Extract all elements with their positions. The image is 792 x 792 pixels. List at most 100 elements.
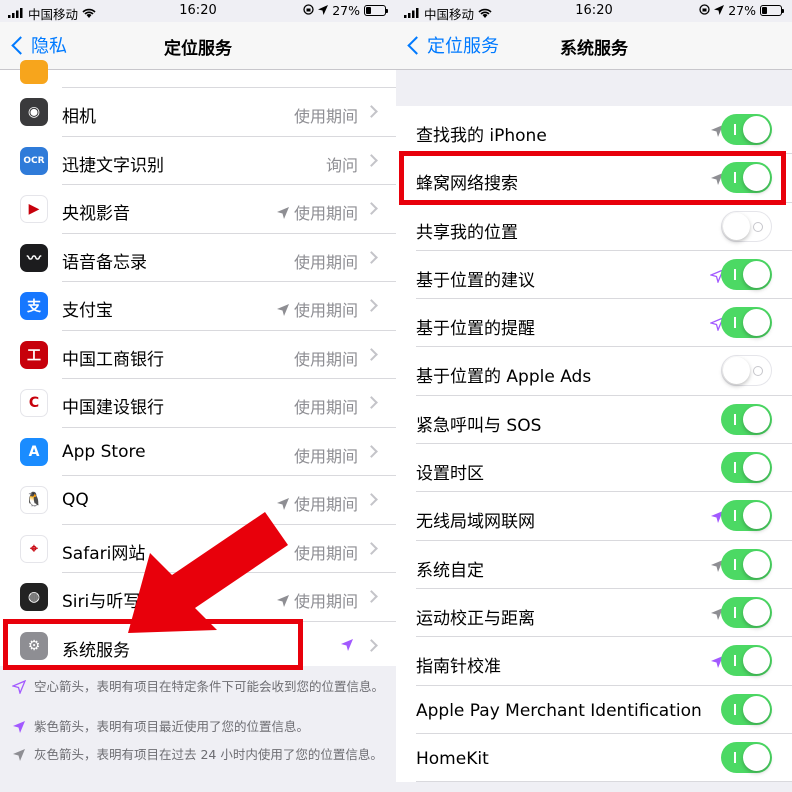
item-label: QQ: [62, 490, 89, 510]
section-spacer: [396, 70, 792, 106]
icon-glyph: 🐧: [25, 492, 43, 508]
item-label: Siri与听写: [62, 592, 141, 612]
toggle-switch[interactable]: [721, 500, 772, 532]
list-item[interactable]: ⌖ Safari网站 使用期间: [0, 524, 396, 573]
setting-label: HomeKit: [416, 748, 489, 769]
setting-row: 指南针校准: [396, 637, 792, 686]
setting-label: 查找我的 iPhone: [416, 126, 547, 146]
toggle-switch[interactable]: [721, 741, 772, 773]
alipay-icon: 支: [20, 292, 48, 320]
location-arrow-icon: [714, 3, 725, 18]
toggle-switch[interactable]: [721, 403, 772, 435]
setting-row: 基于位置的提醒: [396, 299, 792, 348]
list-item[interactable]: A App Store 使用期间: [0, 427, 396, 476]
setting-row: Apple Pay Merchant Identification: [396, 685, 792, 734]
status-text: 使用期间: [293, 543, 358, 563]
app-store-icon: A: [20, 437, 48, 466]
chevron-right-icon: [365, 396, 378, 409]
highlight-box-cellular-search: [399, 151, 786, 205]
setting-row: 紧急呼叫与 SOS: [396, 395, 792, 445]
icon-glyph: ▶: [28, 201, 40, 217]
setting-row: HomeKit: [396, 733, 792, 783]
item-label: 中国工商银行: [62, 349, 164, 370]
item-label: Safari网站: [62, 543, 146, 564]
list-item[interactable]: ◉ 相机 使用期间: [0, 88, 396, 137]
safari-icon: ⌖: [20, 534, 48, 563]
list-item[interactable]: 🐧 QQ 使用期间: [0, 476, 396, 525]
toggle-switch[interactable]: [721, 307, 772, 339]
gray-location-arrow-icon: [276, 205, 290, 219]
icon-glyph: A: [28, 443, 40, 460]
setting-label: 指南针校准: [416, 657, 501, 678]
setting-row: 查找我的 iPhone: [396, 106, 792, 155]
item-status: 使用期间: [276, 297, 358, 321]
location-arrow-icon: [318, 3, 329, 18]
gray-location-arrow-icon: [12, 748, 26, 762]
orientation-lock-icon: [303, 3, 314, 18]
nav-bar: 定位服务 系统服务: [396, 22, 792, 70]
chevron-right-icon: [365, 638, 378, 652]
item-status: 使用期间: [294, 394, 358, 418]
setting-label: 基于位置的 Apple Ads: [416, 367, 592, 388]
list-item[interactable]: 〰 语音备忘录 使用期间: [0, 233, 396, 282]
chevron-right-icon: [365, 299, 378, 312]
voice-memo-icon: 〰: [20, 243, 48, 272]
battery-percent: 27%: [728, 3, 756, 18]
item-status: 使用期间: [276, 200, 358, 224]
app-location-list: ◉ 相机 使用期间 OCR 迅捷文字识别 询问 ▶ 央视影音 使用期间〰语音备忘录 使用期间支支付…: [0, 60, 396, 670]
toggle-switch[interactable]: [721, 548, 772, 580]
item-status: 使用期间: [276, 491, 358, 515]
list-item[interactable]: 工 中国工商银行 使用期间: [0, 330, 396, 379]
item-label: 央视影音: [62, 204, 130, 224]
footnote: 紫色箭头，表明有项目最近使用了您的位置信息。: [12, 718, 388, 735]
item-label: 支付宝: [62, 301, 113, 321]
item-status: 使用期间: [294, 103, 358, 127]
icon-glyph: C: [28, 395, 40, 411]
setting-row: 共享我的位置: [396, 202, 792, 251]
toggle-switch[interactable]: [721, 693, 772, 725]
chevron-right-icon: [365, 541, 378, 555]
setting-label: 紧急呼叫与 SOS: [416, 415, 542, 436]
status-bar: 中国移动 16:20 27%: [396, 0, 792, 24]
toggle-switch[interactable]: [721, 355, 772, 387]
list-item[interactable]: OCR 迅捷文字识别 询问: [0, 136, 396, 185]
item-label: 中国建设银行: [62, 398, 164, 418]
icon-glyph: ◉: [27, 104, 41, 120]
list-item[interactable]: 支 支付宝 使用期间: [0, 282, 396, 331]
icon-glyph: ⌖: [30, 540, 38, 557]
toggle-switch[interactable]: [721, 258, 772, 290]
toggle-switch[interactable]: [721, 210, 772, 242]
list-item[interactable]: ▶ 央视影音 使用期间: [0, 185, 396, 234]
list-item[interactable]: ◍ Siri与听写 使用期间: [0, 573, 396, 622]
status-text: 使用期间: [293, 446, 358, 466]
status-text: 使用期间: [293, 495, 358, 514]
setting-row: 系统自定: [396, 540, 792, 589]
footnote: 空心箭头，表明有项目在特定条件下可能会收到您的位置信息。: [11, 678, 388, 695]
toggle-switch[interactable]: [721, 114, 772, 145]
page-title: 定位服务: [164, 39, 232, 59]
setting-row: 设置时区: [396, 444, 792, 493]
location-services-screen: 中国移动 16:20 27% 隐私 定位服务 ◉ 相机 使用期间 OCR 迅捷文…: [0, 0, 396, 792]
setting-row: 运动校正与距离: [396, 588, 792, 638]
item-label: 语音备忘录: [62, 252, 147, 273]
icon-glyph: ◍: [27, 589, 41, 605]
list-item[interactable]: C 中国建设银行 使用期间: [0, 379, 396, 428]
battery-icon: [364, 5, 388, 16]
status-text: 使用期间: [293, 349, 358, 369]
toggle-switch[interactable]: [721, 596, 772, 628]
chevron-right-icon: [365, 347, 378, 361]
chevron-right-icon: [365, 493, 378, 506]
item-status: [340, 637, 358, 651]
icbc-icon: 工: [20, 340, 48, 369]
toggle-switch[interactable]: [721, 645, 772, 677]
item-label: App Store: [62, 441, 146, 462]
qq-icon: 🐧: [20, 486, 48, 514]
setting-row: 基于位置的 Apple Ads: [396, 347, 792, 396]
setting-row: 基于位置的建议: [396, 250, 792, 300]
purple-location-arrow-icon: [12, 720, 26, 734]
chevron-right-icon: [365, 202, 378, 215]
footnotes: 空心箭头，表明有项目在特定条件下可能会收到您的位置信息。 紫色箭头，表明有项目最近…: [0, 666, 396, 792]
nav-bar: 隐私 定位服务: [0, 22, 396, 70]
toggle-switch[interactable]: [721, 452, 772, 484]
item-status: 使用期间: [276, 588, 358, 612]
